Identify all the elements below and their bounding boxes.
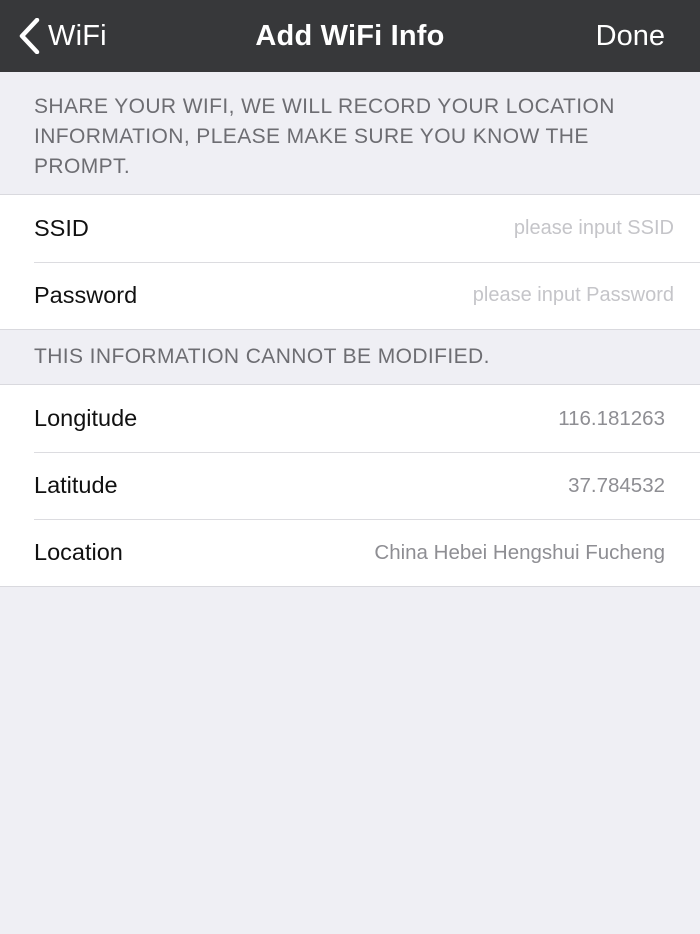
password-label: Password <box>34 282 138 308</box>
location-value: China Hebei Hengshui Fucheng <box>374 540 665 564</box>
navigation-bar: WiFi Add WiFi Info Done <box>0 0 700 72</box>
wifi-credentials-group: SSID Password <box>0 194 700 330</box>
back-button[interactable]: WiFi <box>18 0 107 72</box>
latitude-value: 37.784532 <box>568 473 665 497</box>
longitude-value: 116.181263 <box>558 406 665 430</box>
latitude-row: Latitude 37.784532 <box>0 452 700 519</box>
ssid-row: SSID <box>0 195 700 262</box>
location-section-header: THIS INFORMATION CANNOT BE MODIFIED. <box>34 345 490 368</box>
done-button[interactable]: Done <box>596 0 665 72</box>
location-label: Location <box>34 539 123 565</box>
back-button-label: WiFi <box>48 19 107 52</box>
location-info-group: Longitude 116.181263 Latitude 37.784532 … <box>0 384 700 587</box>
password-row: Password <box>0 262 700 329</box>
longitude-row: Longitude 116.181263 <box>0 385 700 452</box>
longitude-label: Longitude <box>34 405 138 431</box>
ssid-input[interactable] <box>334 217 674 240</box>
password-input[interactable] <box>334 284 674 307</box>
chevron-left-icon <box>19 18 40 54</box>
ssid-label: SSID <box>34 215 89 241</box>
share-section-header: SHARE YOUR WIFI, WE WILL RECORD YOUR LOC… <box>34 95 615 178</box>
location-row: Location China Hebei Hengshui Fucheng <box>0 519 700 586</box>
latitude-label: Latitude <box>34 472 118 498</box>
